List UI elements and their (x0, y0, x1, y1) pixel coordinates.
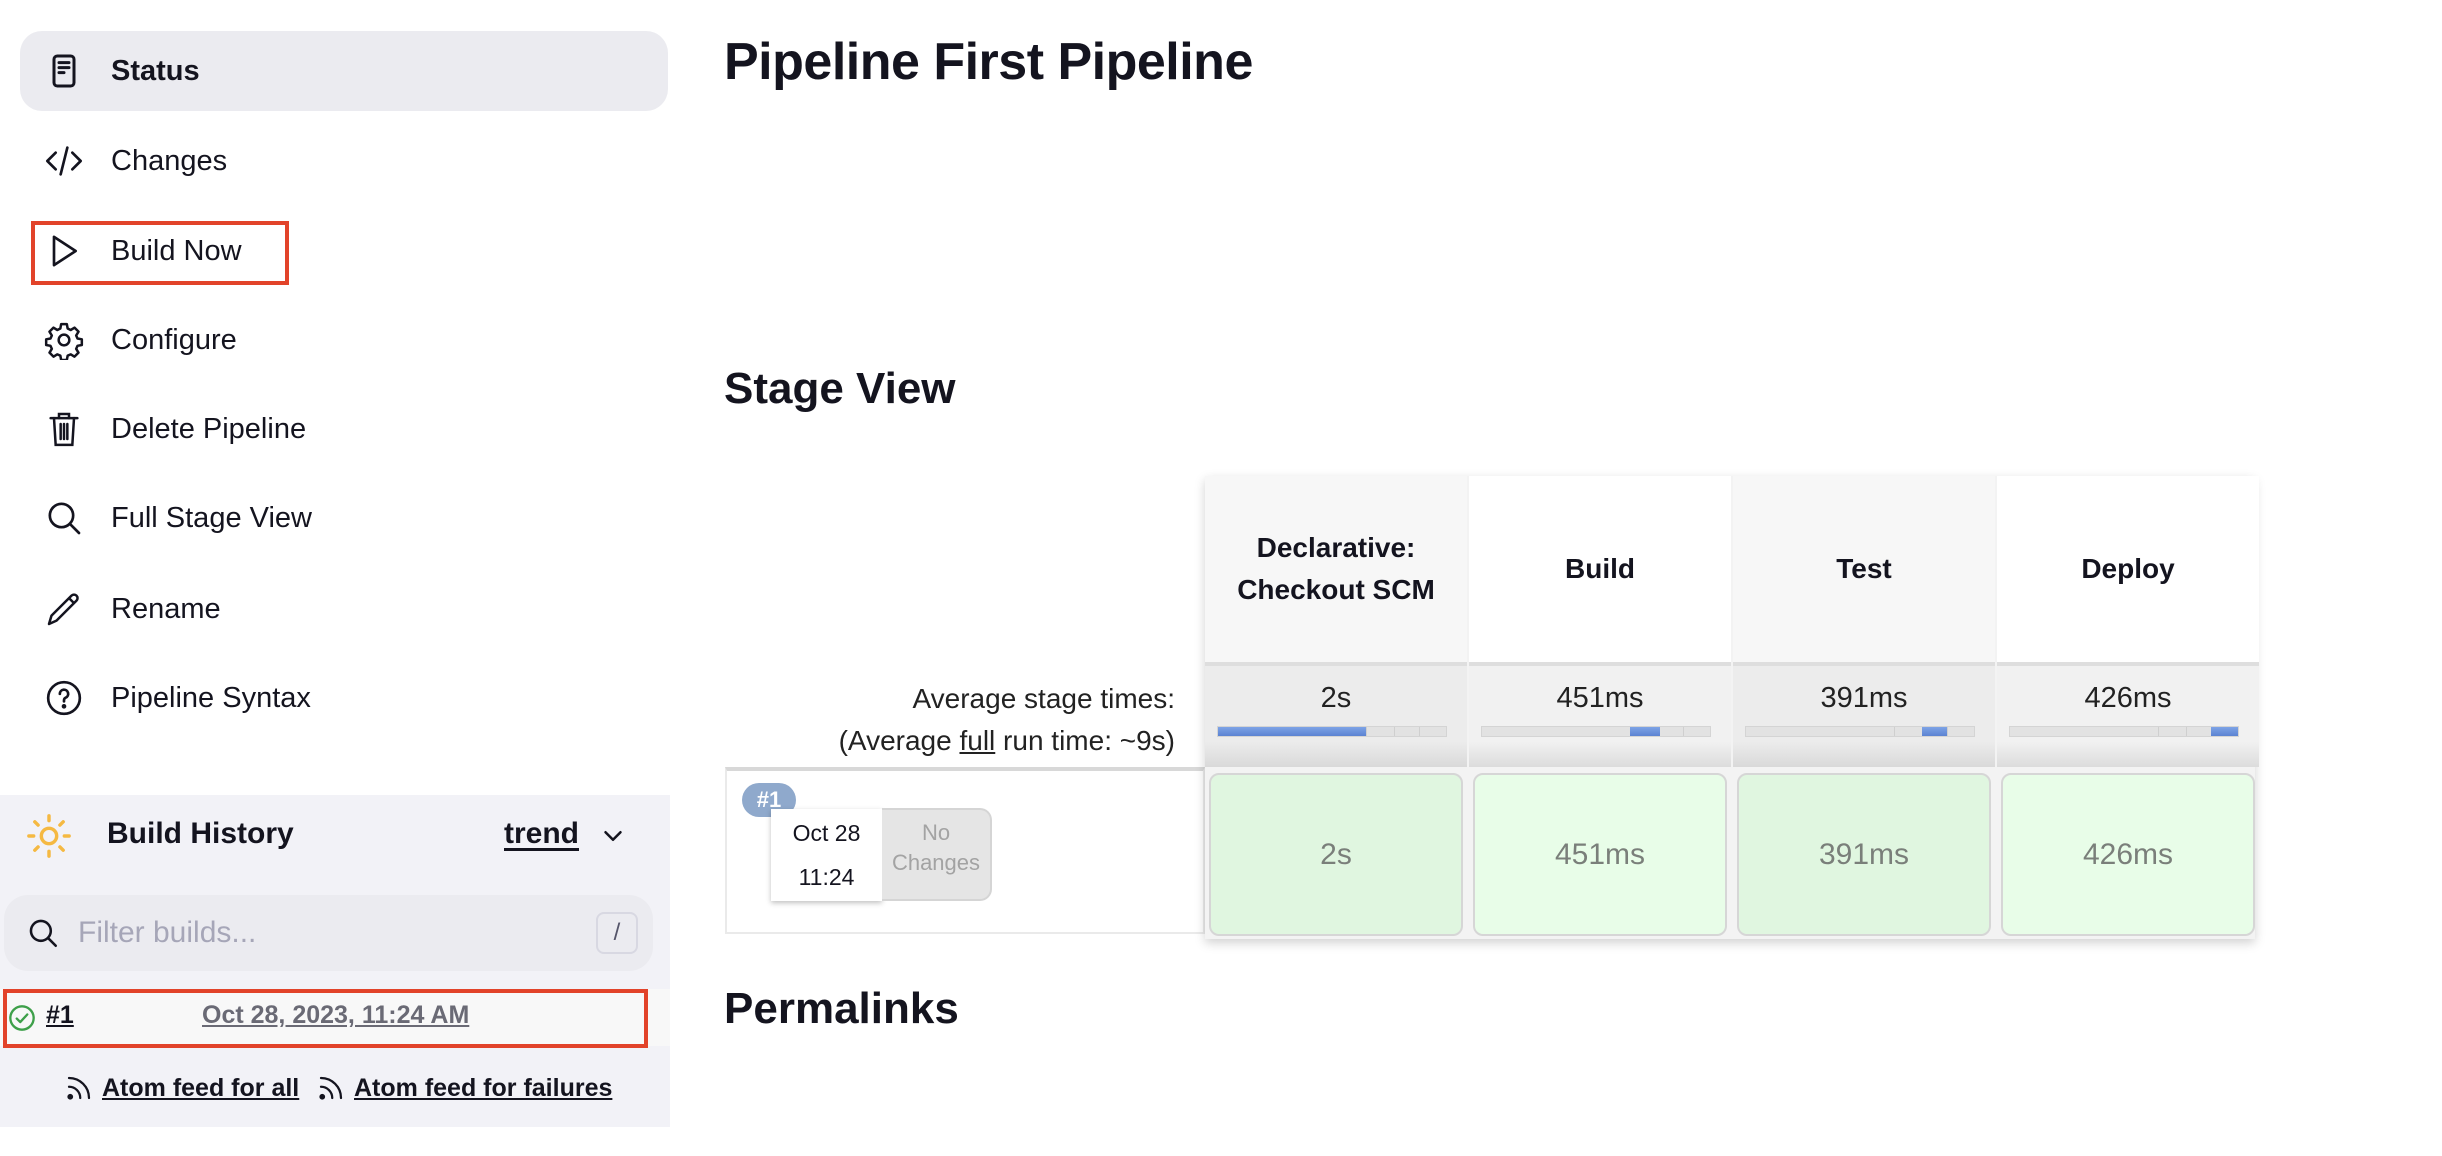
stage-average-value: 426ms (2084, 682, 2172, 714)
sidebar-item-label: Build Now (111, 234, 242, 267)
sidebar-item-configure[interactable]: Configure (20, 300, 668, 380)
stage-time-share-fill (1218, 727, 1367, 736)
stage-average-value: 391ms (1820, 682, 1908, 714)
stage-column: Declarative: Checkout SCM 2s 2s (1205, 476, 1467, 939)
avg-run-suffix: run time: ~9s) (995, 725, 1175, 756)
stage-run-cell[interactable]: 391ms (1737, 773, 1991, 936)
stage-header: Declarative: Checkout SCM (1205, 476, 1467, 662)
search-icon (29, 919, 58, 948)
stage-share-divider (2185, 727, 2187, 736)
permalinks-heading: Permalinks (724, 984, 959, 1033)
run-changes-box[interactable]: No Changes (882, 808, 992, 901)
atom-feed-failures-label: Atom feed for failures (354, 1073, 613, 1102)
gear-icon (42, 318, 86, 362)
page-title: Pipeline First Pipeline (724, 33, 1253, 91)
stage-header: Deploy (1997, 476, 2259, 662)
sidebar: Status Changes Build Now Configure Delet… (0, 0, 670, 1156)
stage-average-value: 451ms (1556, 682, 1644, 714)
sidebar-item-label: Rename (111, 592, 221, 625)
stage-run-cell[interactable]: 426ms (2001, 773, 2255, 936)
build-history-panel: Build History trend / #1 Oct 28, 2023, 1… (0, 795, 670, 1127)
stage-share-divider (1946, 727, 1948, 736)
stage-header: Build (1469, 476, 1731, 662)
sidebar-item-label: Delete Pipeline (111, 412, 307, 445)
search-icon (42, 496, 86, 540)
stage-average-time: 391ms (1733, 662, 1995, 767)
stage-time-share-bar (1481, 726, 1711, 737)
filter-builds-box: / (4, 895, 653, 971)
avg-run-prefix: (Average (838, 725, 960, 756)
build-row[interactable]: #1 Oct 28, 2023, 11:24 AM (0, 989, 670, 1046)
sidebar-item-changes[interactable]: Changes (20, 121, 668, 201)
atom-feed-all-link[interactable]: Atom feed for all (64, 1073, 299, 1103)
atom-feeds: Atom feed for all Atom feed for failures (0, 1073, 670, 1113)
sidebar-item-label: Changes (111, 144, 228, 177)
rss-icon (319, 1076, 343, 1100)
stage-share-divider (1366, 727, 1368, 736)
build-date-link[interactable]: Oct 28, 2023, 11:24 AM (202, 1001, 469, 1030)
stage-view-table: Declarative: Checkout SCM 2s 2s Build 451ms 4… (1205, 476, 2259, 939)
stage-time-share-bar (1745, 726, 1975, 737)
stage-average-time: 2s (1205, 662, 1467, 767)
atom-feed-all-label: Atom feed for all (102, 1073, 300, 1102)
run-time: 11:24 (798, 864, 855, 890)
stage-time-share-fill (1921, 727, 1947, 736)
run-date: Oct 28 (792, 820, 861, 846)
average-stage-times-label: Average stage times: (Average full run t… (725, 678, 1175, 762)
average-stage-times-text: Average stage times: (912, 683, 1175, 714)
stage-time-share-bar (2009, 726, 2239, 737)
sidebar-item-label: Status (111, 54, 200, 87)
sidebar-item-label: Pipeline Syntax (111, 681, 311, 714)
stage-share-divider (2158, 727, 2160, 736)
stage-time-share-fill (1630, 727, 1660, 736)
stage-column: Build 451ms 451ms (1469, 476, 1731, 939)
sidebar-item-label: Full Stage View (111, 501, 312, 534)
rss-icon (67, 1076, 91, 1100)
stage-share-divider (1393, 727, 1395, 736)
trash-icon (42, 407, 86, 451)
sidebar-item-label: Configure (111, 323, 237, 356)
sun-icon (27, 814, 71, 858)
stage-column: Deploy 426ms 426ms (1997, 476, 2259, 939)
stage-share-divider (1682, 727, 1684, 736)
stage-share-divider (1894, 727, 1896, 736)
sidebar-item-delete-pipeline[interactable]: Delete Pipeline (20, 389, 668, 469)
stage-view-heading: Stage View (724, 364, 956, 413)
stage-share-divider (1418, 727, 1420, 736)
stage-run-cell[interactable]: 451ms (1473, 773, 1727, 936)
stage-run-cell[interactable]: 2s (1209, 773, 1463, 936)
sidebar-item-pipeline-syntax[interactable]: Pipeline Syntax (20, 658, 668, 738)
full-run-link[interactable]: full (959, 725, 995, 756)
help-icon (42, 676, 86, 720)
play-icon (42, 229, 86, 273)
status-document-icon (42, 49, 86, 93)
code-icon (42, 139, 86, 183)
trend-link[interactable]: trend (504, 817, 579, 851)
sidebar-item-status[interactable]: Status (20, 31, 668, 111)
sidebar-item-build-now[interactable]: Build Now (20, 211, 668, 291)
success-check-icon (9, 1005, 35, 1031)
stage-header: Test (1733, 476, 1995, 662)
run-date-card: Oct 28 11:24 (771, 809, 882, 901)
pencil-icon (42, 587, 86, 631)
stage-average-value: 2s (1320, 682, 1352, 714)
stage-average-time: 451ms (1469, 662, 1731, 767)
filter-builds-input[interactable] (78, 909, 568, 957)
average-full-run-time: (Average full run time: ~9s) (725, 720, 1175, 762)
sidebar-item-full-stage-view[interactable]: Full Stage View (20, 478, 668, 558)
keyboard-shortcut-hint: / (596, 912, 638, 954)
sidebar-item-rename[interactable]: Rename (20, 569, 668, 649)
stage-column: Test 391ms 391ms (1733, 476, 1995, 939)
chevron-down-icon[interactable] (598, 821, 628, 851)
atom-feed-failures-link[interactable]: Atom feed for failures (316, 1073, 612, 1103)
stage-time-share-fill (2210, 727, 2238, 736)
build-history-title: Build History (107, 817, 294, 850)
build-history-header: Build History trend (0, 795, 670, 876)
build-number-link[interactable]: #1 (46, 1001, 74, 1030)
stage-average-time: 426ms (1997, 662, 2259, 767)
stage-time-share-bar (1217, 726, 1447, 737)
